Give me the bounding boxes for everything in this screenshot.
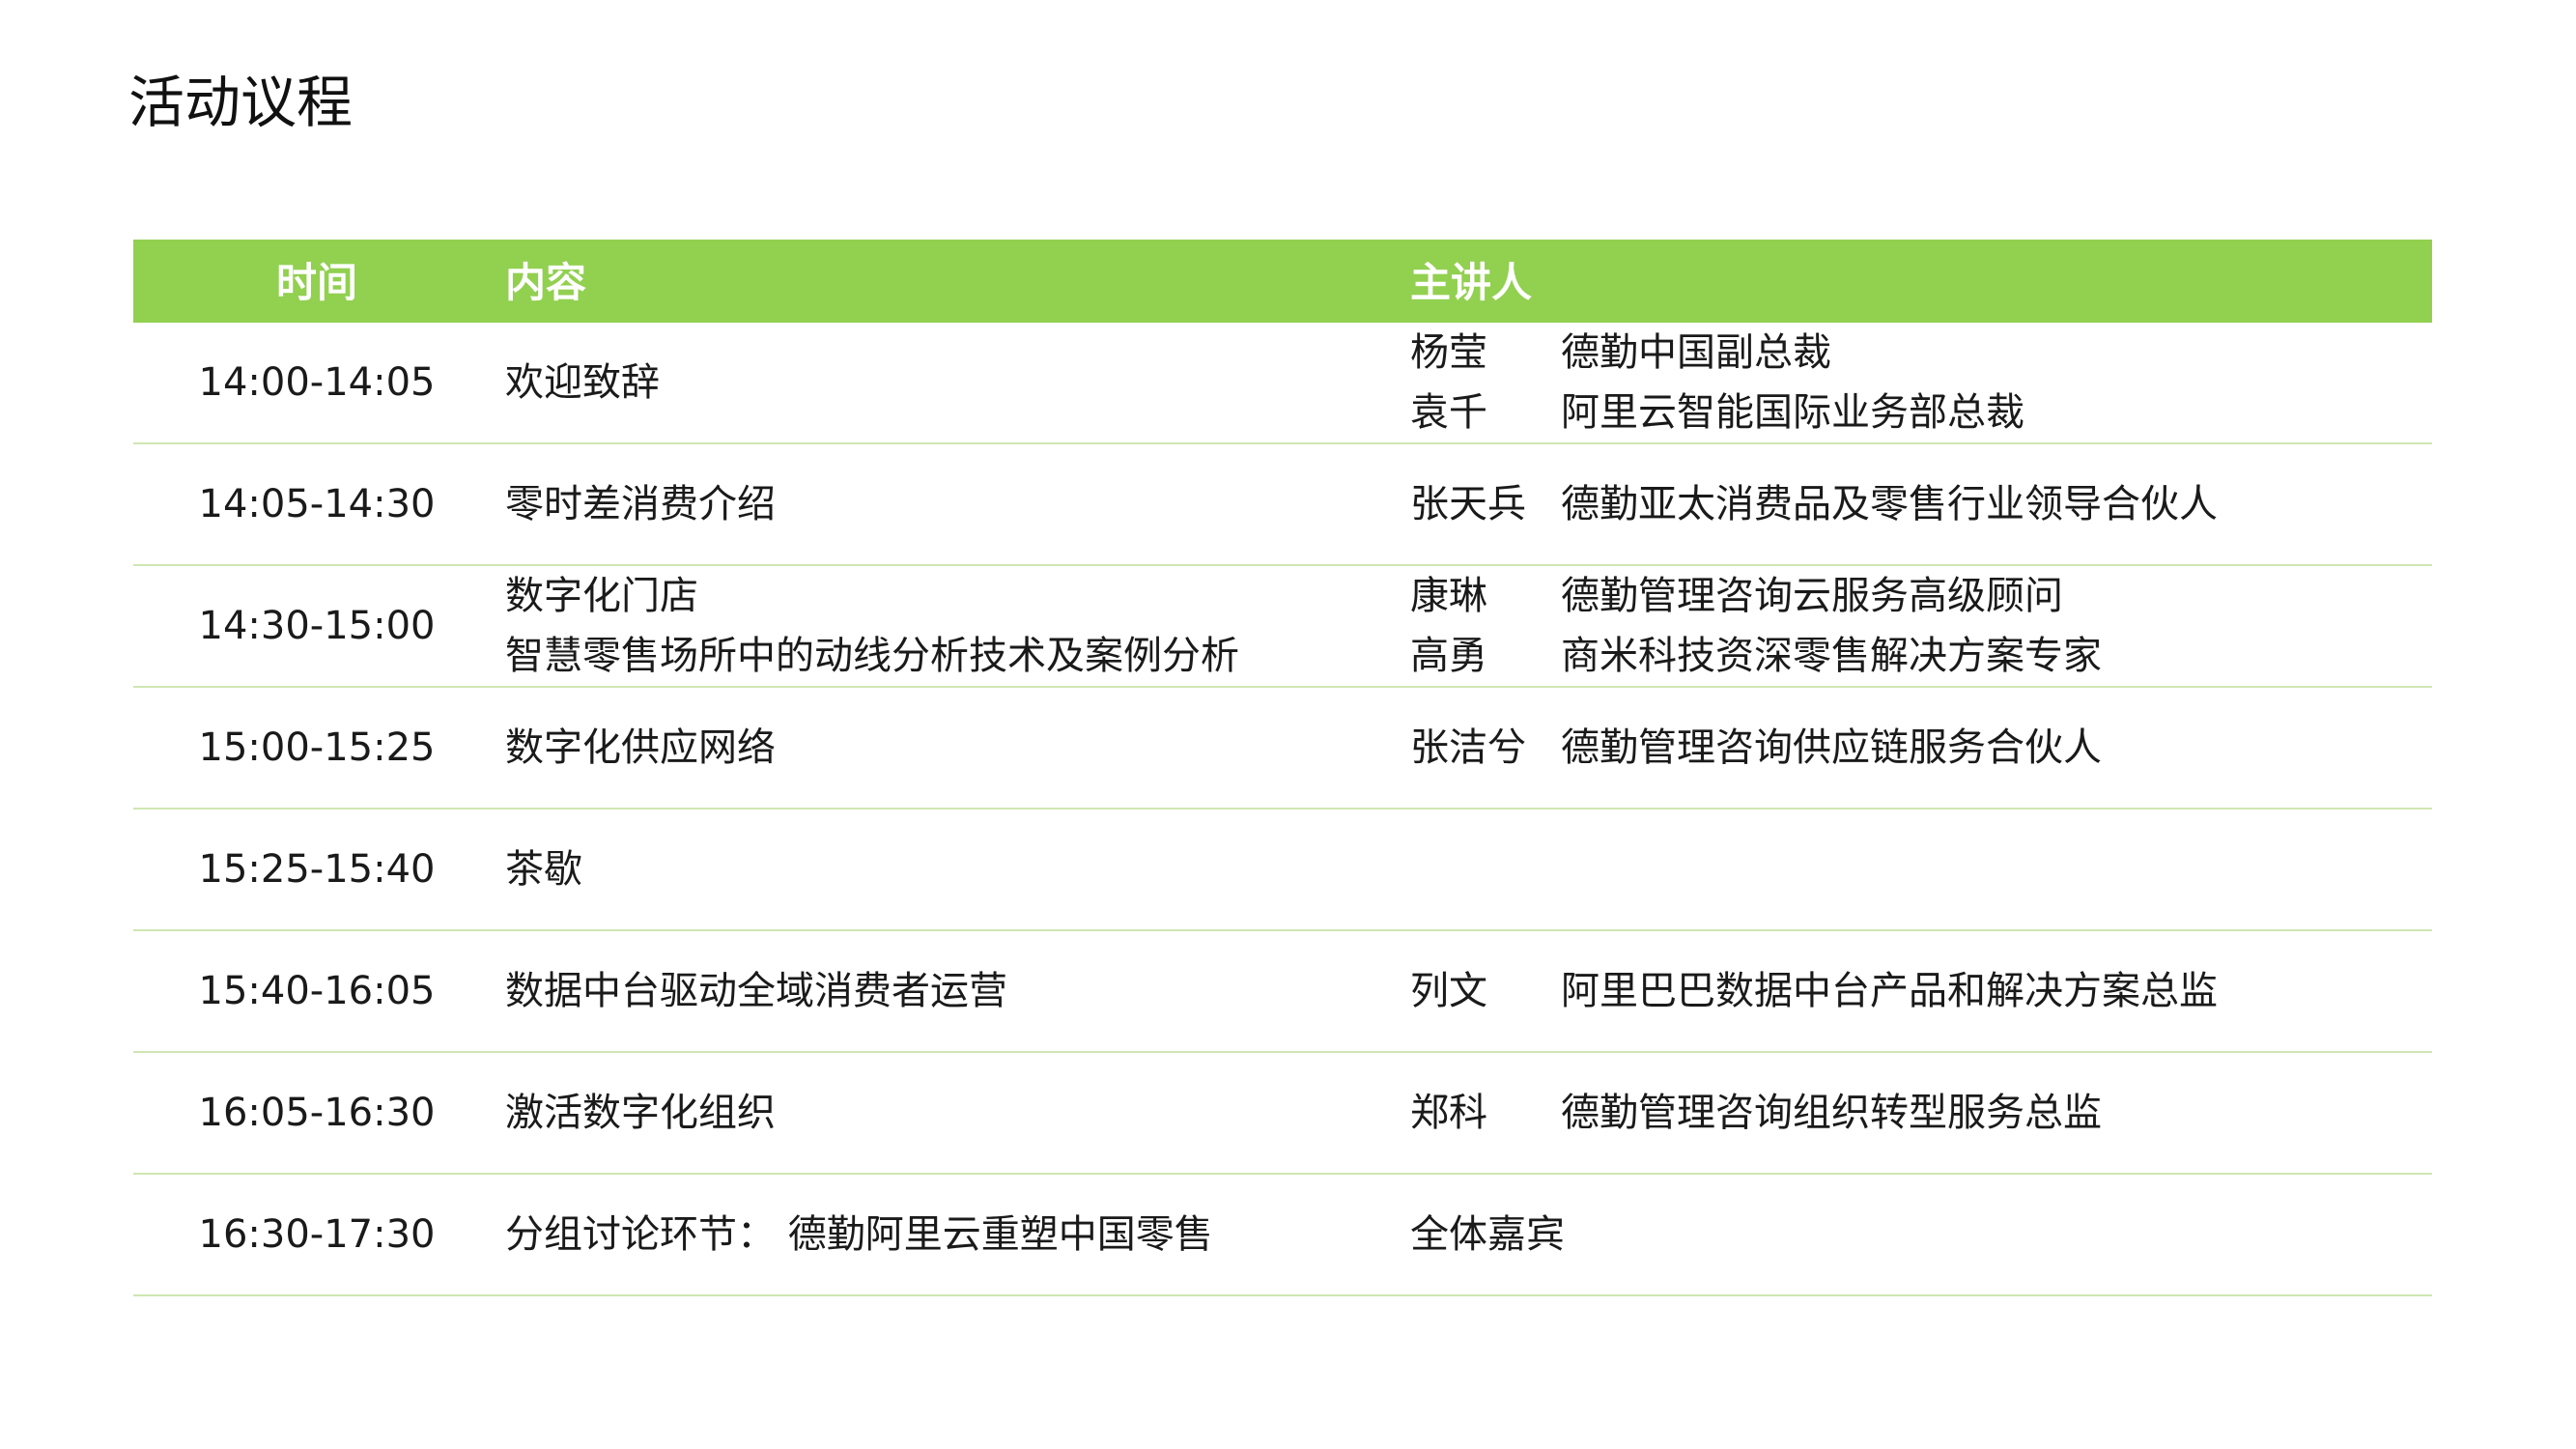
table-row: 15:25-15:40 茶歇 (133, 810, 2432, 931)
speaker-entry: 列文 阿里巴巴数据中台产品和解决方案总监 (1410, 961, 2424, 1021)
table-row: 15:40-16:05 数据中台驱动全域消费者运营 列文 阿里巴巴数据中台产品和… (133, 931, 2432, 1053)
speaker-entry: 高勇 商米科技资深零售解决方案专家 (1410, 626, 2424, 686)
row-time: 15:00-15:25 (198, 725, 436, 770)
speaker-entry: 康琳 德勤管理咨询云服务高级顾问 (1410, 566, 2424, 626)
speaker-title: 阿里云智能国际业务部总裁 (1561, 390, 2024, 435)
row-speakers: 列文 阿里巴巴数据中台产品和解决方案总监 (1410, 931, 2424, 1051)
speaker-name: 杨莹 (1410, 330, 1487, 375)
speaker-entry: 张天兵 德勤亚太消费品及零售行业领导合伙人 (1410, 474, 2424, 534)
speaker-name: 张洁兮 (1410, 725, 1526, 770)
table-header: 时间 内容 主讲人 (133, 240, 2432, 323)
speaker-title: 德勤管理咨询云服务高级顾问 (1561, 574, 2063, 618)
content-line: 茶歇 (505, 847, 582, 892)
speaker-entry: 全体嘉宾 (1410, 1205, 2424, 1264)
speaker-title: 德勤管理咨询供应链服务合伙人 (1561, 725, 2102, 770)
speaker-entry: 张洁兮 德勤管理咨询供应链服务合伙人 (1410, 718, 2424, 778)
row-content: 数字化供应网络 (505, 688, 1403, 808)
table-row: 14:00-14:05 欢迎致辞 杨莹 德勤中国副总裁 袁千 阿里云智能国际业务… (133, 323, 2432, 444)
speaker-name: 高勇 (1410, 634, 1487, 678)
row-speakers: 康琳 德勤管理咨询云服务高级顾问 高勇 商米科技资深零售解决方案专家 (1410, 566, 2424, 686)
row-speakers: 全体嘉宾 (1410, 1175, 2424, 1294)
speaker-name: 袁千 (1410, 390, 1487, 435)
content-line: 智慧零售场所中的动线分析技术及案例分析 (505, 634, 1239, 678)
table-row: 14:30-15:00 数字化门店 智慧零售场所中的动线分析技术及案例分析 康琳… (133, 566, 2432, 688)
row-time: 16:05-16:30 (198, 1091, 436, 1135)
row-time: 14:00-14:05 (198, 360, 436, 405)
row-time: 15:40-16:05 (198, 969, 436, 1013)
table-row: 16:05-16:30 激活数字化组织 郑科 德勤管理咨询组织转型服务总监 (133, 1053, 2432, 1175)
row-content: 欢迎致辞 (505, 323, 1403, 442)
content-line: 欢迎致辞 (505, 360, 660, 405)
row-content: 零时差消费介绍 (505, 444, 1403, 564)
content-line: 数字化门店 (505, 574, 698, 618)
row-content: 分组讨论环节： 德勤阿里云重塑中国零售 (505, 1175, 1403, 1294)
row-time: 16:30-17:30 (198, 1212, 436, 1257)
content-line: 数字化供应网络 (505, 725, 776, 770)
table-row: 15:00-15:25 数字化供应网络 张洁兮 德勤管理咨询供应链服务合伙人 (133, 688, 2432, 810)
speaker-title: 阿里巴巴数据中台产品和解决方案总监 (1561, 969, 2218, 1013)
speaker-name: 张天兵 (1410, 482, 1526, 526)
speaker-name: 列文 (1410, 969, 1487, 1013)
speaker-title: 德勤管理咨询组织转型服务总监 (1561, 1091, 2102, 1135)
content-line: 激活数字化组织 (505, 1091, 776, 1135)
row-content: 数据中台驱动全域消费者运营 (505, 931, 1403, 1051)
speaker-title: 德勤亚太消费品及零售行业领导合伙人 (1561, 482, 2218, 526)
row-speakers (1410, 810, 2424, 929)
header-time: 时间 (275, 259, 357, 306)
table-row: 14:05-14:30 零时差消费介绍 张天兵 德勤亚太消费品及零售行业领导合伙… (133, 444, 2432, 566)
row-time: 15:25-15:40 (198, 847, 436, 892)
speaker-name: 郑科 (1410, 1091, 1487, 1135)
speaker-entry: 杨莹 德勤中国副总裁 (1410, 323, 2424, 383)
row-speakers: 杨莹 德勤中国副总裁 袁千 阿里云智能国际业务部总裁 (1410, 323, 2424, 442)
content-line: 数据中台驱动全域消费者运营 (505, 969, 1007, 1013)
row-speakers: 张天兵 德勤亚太消费品及零售行业领导合伙人 (1410, 444, 2424, 564)
row-content: 激活数字化组织 (505, 1053, 1403, 1173)
content-line: 零时差消费介绍 (505, 482, 776, 526)
row-time: 14:05-14:30 (198, 482, 436, 526)
row-speakers: 郑科 德勤管理咨询组织转型服务总监 (1410, 1053, 2424, 1173)
row-content: 数字化门店 智慧零售场所中的动线分析技术及案例分析 (505, 566, 1403, 686)
row-time: 14:30-15:00 (198, 604, 436, 648)
speaker-entry: 郑科 德勤管理咨询组织转型服务总监 (1410, 1083, 2424, 1143)
header-speaker: 主讲人 (1410, 259, 1533, 306)
speaker-title: 德勤中国副总裁 (1561, 330, 1831, 375)
table-row: 16:30-17:30 分组讨论环节： 德勤阿里云重塑中国零售 全体嘉宾 (133, 1175, 2432, 1296)
speaker-name: 全体嘉宾 (1410, 1212, 1565, 1257)
row-content: 茶歇 (505, 810, 1403, 929)
page-title: 活动议程 (128, 70, 354, 135)
header-content: 内容 (505, 259, 587, 306)
content-line: 分组讨论环节： 德勤阿里云重塑中国零售 (505, 1212, 1213, 1257)
speaker-title: 商米科技资深零售解决方案专家 (1561, 634, 2102, 678)
speaker-entry: 袁千 阿里云智能国际业务部总裁 (1410, 383, 2424, 442)
speaker-name: 康琳 (1410, 574, 1487, 618)
row-speakers: 张洁兮 德勤管理咨询供应链服务合伙人 (1410, 688, 2424, 808)
agenda-table: 时间 内容 主讲人 14:00-14:05 欢迎致辞 杨莹 德勤中国副总裁 袁千… (133, 240, 2432, 1296)
